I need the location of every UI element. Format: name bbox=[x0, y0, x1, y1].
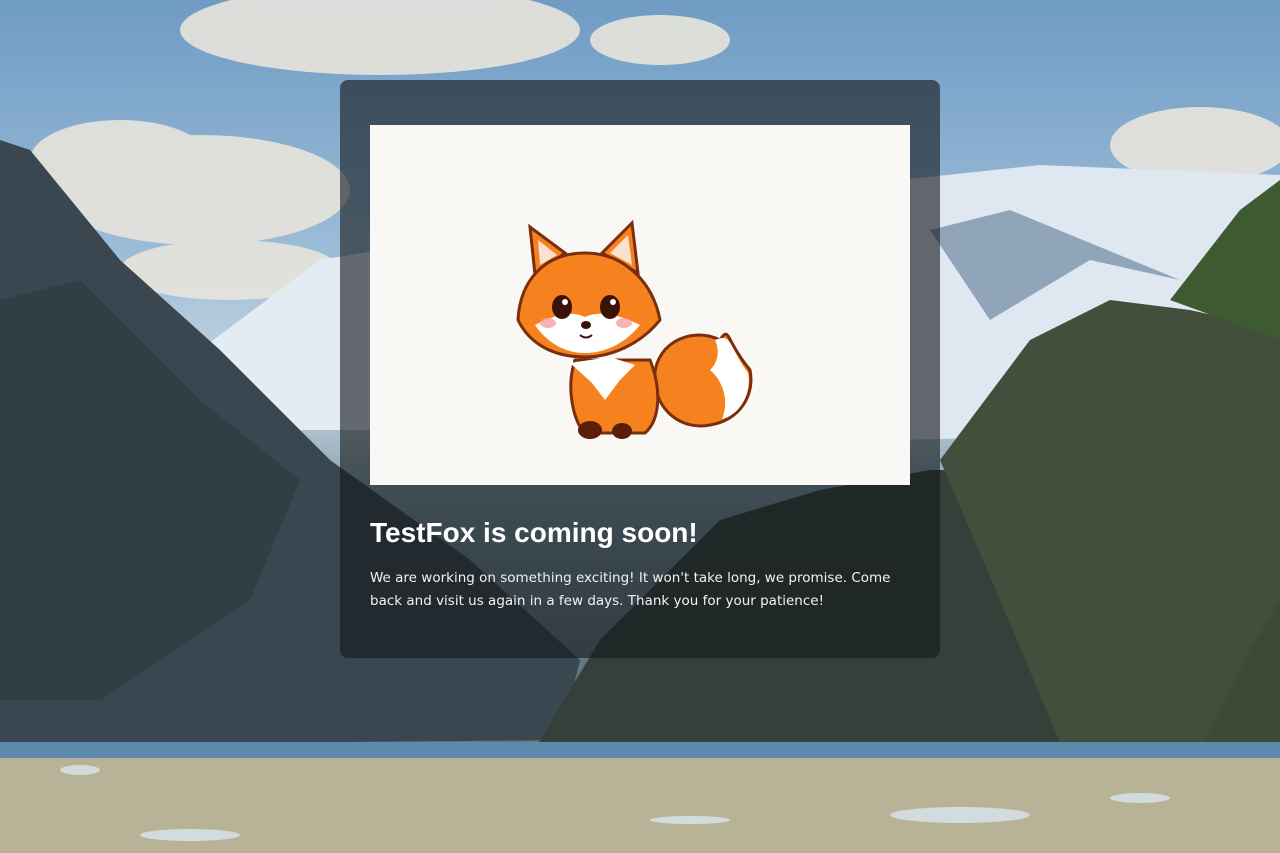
coming-soon-message: We are working on something exciting! It… bbox=[370, 570, 891, 609]
page-title: TestFox is coming soon! bbox=[370, 517, 698, 548]
coming-soon-card: TestFox is coming soon! We are working o… bbox=[340, 80, 940, 658]
fox-mascot-icon bbox=[516, 219, 753, 439]
hero-image bbox=[370, 125, 910, 485]
